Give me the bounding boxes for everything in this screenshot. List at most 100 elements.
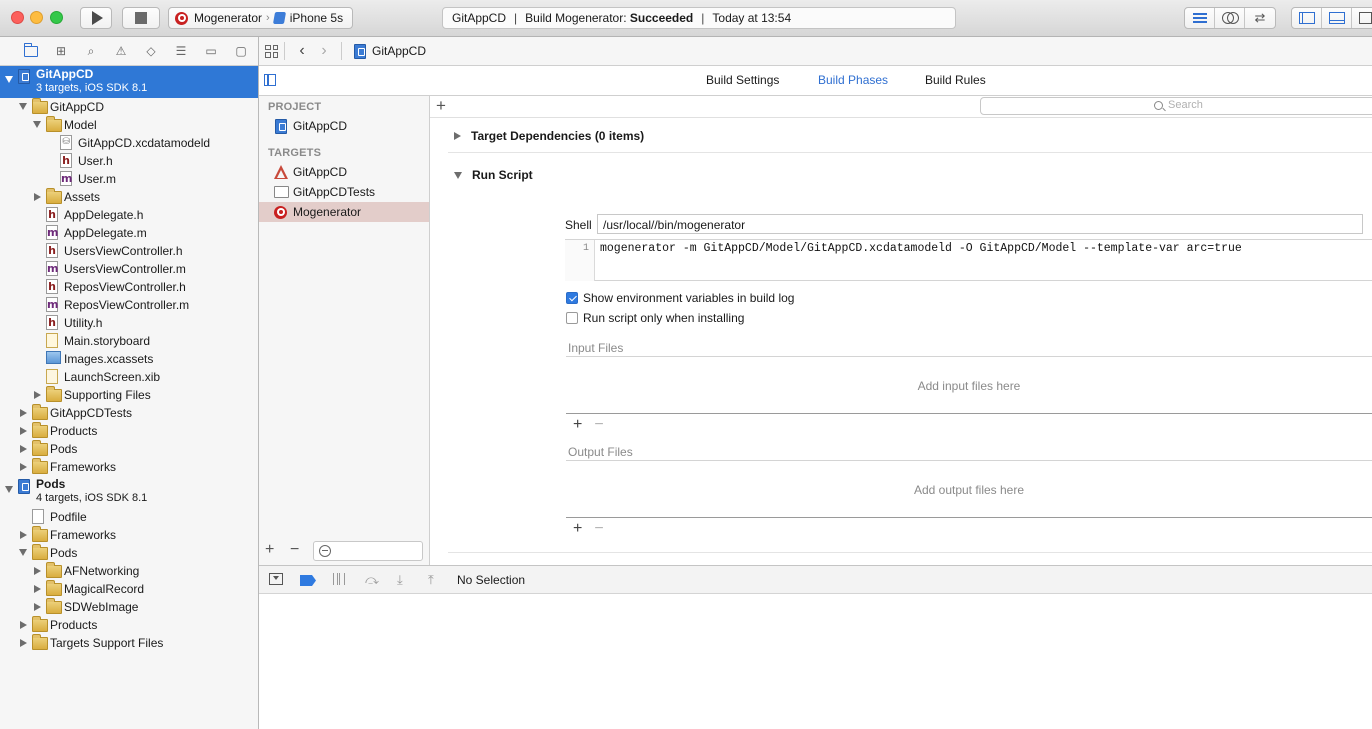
target-item-gitappcd[interactable]: GitAppCD [259, 162, 429, 182]
tree-row[interactable]: Pods [0, 440, 258, 458]
breakpoints-toggle-icon[interactable] [300, 575, 316, 586]
related-items-icon[interactable] [265, 44, 278, 58]
tree-row[interactable]: GitAppCD 3 targets, iOS SDK 8.1 [0, 66, 258, 98]
toggle-debug-area-button[interactable] [1322, 8, 1352, 28]
add-output-file-button[interactable]: + [573, 520, 582, 537]
target-item-gitappcdtests[interactable]: GitAppCDTests [259, 182, 429, 202]
step-into-icon[interactable]: ⤓ [397, 573, 403, 586]
report-navigator-tab[interactable]: ▢ [226, 40, 256, 62]
add-build-phase-button[interactable]: + [436, 97, 446, 115]
disclosure-closed-icon[interactable] [20, 409, 27, 417]
tree-row[interactable]: ⛁ GitAppCD.xcdatamodeld [0, 134, 258, 152]
assistant-editor-button[interactable] [1215, 8, 1245, 28]
pause-icon[interactable] [333, 573, 345, 585]
forward-button[interactable]: › [313, 43, 335, 59]
tree-row[interactable]: Products [0, 422, 258, 440]
breakpoint-navigator-tab[interactable]: ▭ [196, 40, 226, 62]
disclosure-closed-icon[interactable] [34, 603, 41, 611]
standard-editor-button[interactable] [1185, 8, 1215, 28]
stop-button[interactable] [122, 7, 160, 29]
script-editor[interactable]: 1 mogenerator -m GitAppCD/Model/GitAppCD… [565, 239, 1372, 281]
toggle-navigator-button[interactable] [1292, 8, 1322, 28]
disclosure-closed-icon[interactable] [20, 621, 27, 629]
target-item-mogenerator[interactable]: Mogenerator [259, 202, 429, 222]
tree-row[interactable]: AFNetworking [0, 562, 258, 580]
disclosure-open-icon[interactable] [19, 549, 27, 556]
tree-row[interactable]: m User.m [0, 170, 258, 188]
symbol-navigator-tab[interactable]: ⊞ [46, 40, 76, 62]
tree-row[interactable]: Model [0, 116, 258, 134]
tree-row[interactable]: Frameworks [0, 458, 258, 476]
run-script-header[interactable]: Run Script [454, 168, 533, 182]
scheme-selector[interactable]: Mogenerator › iPhone 5s [168, 7, 353, 29]
tree-row[interactable]: h UsersViewController.h [0, 242, 258, 260]
back-button[interactable]: ‹ [291, 43, 313, 59]
run-only-installing-checkbox[interactable] [566, 312, 578, 324]
disclosure-open-icon[interactable] [33, 121, 41, 128]
zoom-window-button[interactable] [50, 11, 63, 24]
show-env-checkbox[interactable] [566, 292, 578, 304]
disclosure-closed-icon[interactable] [20, 531, 27, 539]
minimize-window-button[interactable] [30, 11, 43, 24]
target-dependencies-header[interactable]: Target Dependencies (0 items) [454, 129, 644, 143]
remove-output-file-button[interactable]: − [594, 520, 603, 537]
input-files-list[interactable]: Add input files here [566, 356, 1372, 414]
disclosure-open-icon[interactable] [19, 103, 27, 110]
project-navigator-tab[interactable] [16, 40, 46, 62]
test-navigator-tab[interactable]: ◇ [136, 40, 166, 62]
tree-row[interactable]: Images.xcassets [0, 350, 258, 368]
disclosure-closed-icon[interactable] [34, 567, 41, 575]
tree-row[interactable]: h User.h [0, 152, 258, 170]
run-button[interactable] [80, 7, 112, 29]
debug-console[interactable] [259, 594, 1372, 729]
tree-row[interactable]: Pods 4 targets, iOS SDK 8.1 [0, 476, 258, 508]
step-over-icon[interactable]: ⤼ [365, 573, 379, 586]
tree-row[interactable]: m AppDelegate.m [0, 224, 258, 242]
output-files-list[interactable]: Add output files here [566, 460, 1372, 518]
disclosure-open-icon[interactable] [5, 76, 13, 83]
debug-navigator-tab[interactable]: ☰ [166, 40, 196, 62]
disclosure-closed-icon[interactable] [34, 585, 41, 593]
tree-row[interactable]: m ReposViewController.m [0, 296, 258, 314]
tree-row[interactable]: Pods [0, 544, 258, 562]
tree-row[interactable]: h AppDelegate.h [0, 206, 258, 224]
hide-debug-area-icon[interactable] [269, 573, 283, 585]
add-target-button[interactable]: + [265, 542, 274, 558]
tree-row[interactable]: Assets [0, 188, 258, 206]
toggle-utilities-button[interactable] [1352, 8, 1372, 28]
tab-build-phases[interactable]: Build Phases [818, 73, 888, 87]
find-navigator-tab[interactable]: ⌕ [76, 40, 106, 62]
add-input-file-button[interactable]: + [573, 416, 582, 433]
project-item[interactable]: GitAppCD [259, 116, 429, 136]
tree-row[interactable]: Main.storyboard [0, 332, 258, 350]
tree-row[interactable]: SDWebImage [0, 598, 258, 616]
disclosure-open-icon[interactable] [5, 486, 13, 493]
tree-row[interactable]: Frameworks [0, 526, 258, 544]
tree-row[interactable]: h Utility.h [0, 314, 258, 332]
remove-target-button[interactable]: − [290, 542, 299, 558]
tab-build-rules[interactable]: Build Rules [925, 73, 986, 87]
version-editor-button[interactable]: ⇄ [1245, 8, 1275, 28]
tree-row[interactable]: LaunchScreen.xib [0, 368, 258, 386]
target-filter-field[interactable] [313, 541, 423, 561]
remove-input-file-button[interactable]: − [594, 416, 603, 433]
phases-search-input[interactable] [1168, 99, 1318, 111]
tree-row[interactable]: m UsersViewController.m [0, 260, 258, 278]
close-window-button[interactable] [11, 11, 24, 24]
disclosure-closed-icon[interactable] [20, 427, 27, 435]
tree-row[interactable]: GitAppCDTests [0, 404, 258, 422]
disclosure-closed-icon[interactable] [20, 463, 27, 471]
sidebar-toggle-icon[interactable] [264, 74, 276, 86]
disclosure-closed-icon[interactable] [20, 639, 27, 647]
tab-build-settings[interactable]: Build Settings [706, 73, 779, 87]
issue-navigator-tab[interactable]: ⚠ [106, 40, 136, 62]
shell-field[interactable]: /usr/local//bin/mogenerator [597, 214, 1363, 234]
jumpbar-project[interactable]: GitAppCD [354, 43, 426, 59]
disclosure-closed-icon[interactable] [34, 391, 41, 399]
tree-row[interactable]: Supporting Files [0, 386, 258, 404]
tree-row[interactable]: MagicalRecord [0, 580, 258, 598]
tree-row[interactable]: h ReposViewController.h [0, 278, 258, 296]
disclosure-closed-icon[interactable] [34, 193, 41, 201]
tree-row[interactable]: GitAppCD [0, 98, 258, 116]
disclosure-closed-icon[interactable] [20, 445, 27, 453]
